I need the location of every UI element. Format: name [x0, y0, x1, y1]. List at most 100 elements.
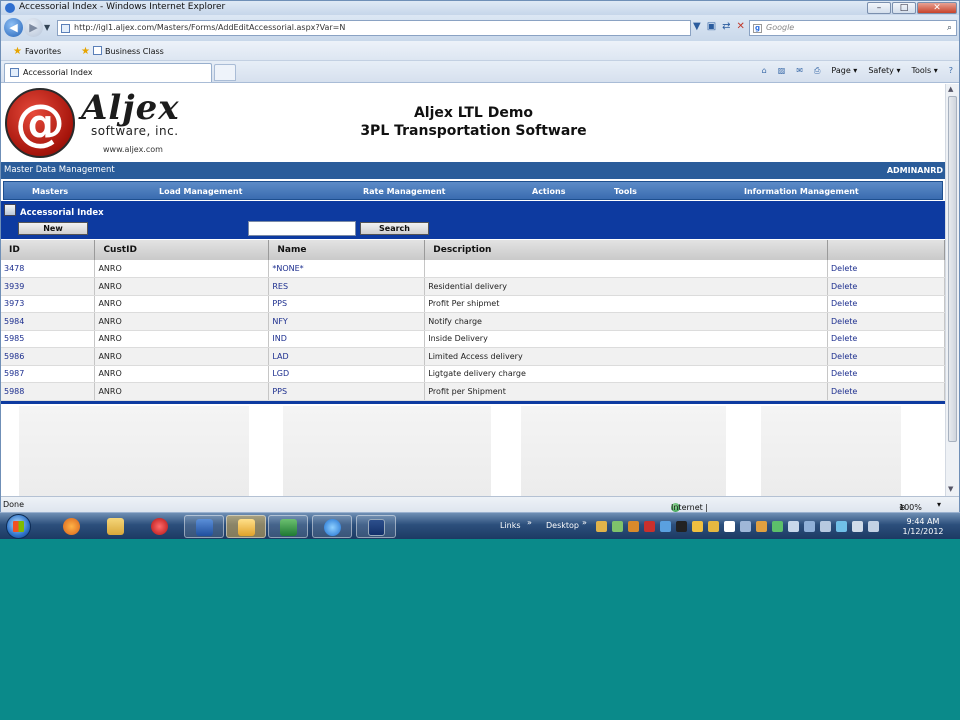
taskbar-explorer[interactable]	[96, 515, 136, 538]
delete-link[interactable]: Delete	[827, 260, 945, 278]
favorite-link-business-class[interactable]: ★ Business Class	[81, 46, 164, 57]
tools-menu[interactable]: Tools ▾	[911, 66, 937, 76]
delete-link[interactable]: Delete	[827, 347, 945, 366]
column-header-description[interactable]: Description	[424, 240, 829, 260]
network-icon[interactable]	[852, 521, 863, 532]
delete-link[interactable]: Delete	[827, 312, 945, 331]
compatibility-view-icon[interactable]: ▣	[707, 21, 716, 32]
tab-accessorial-index[interactable]: Accessorial Index	[4, 63, 212, 82]
tray-icon[interactable]	[596, 521, 607, 532]
column-header-custid[interactable]: CustID	[94, 240, 270, 260]
taskbar-excel[interactable]	[268, 515, 308, 538]
menu-information-management[interactable]: Information Management	[744, 187, 859, 196]
zoom-dropdown-icon[interactable]: ▾	[937, 500, 941, 509]
tray-icon[interactable]	[724, 521, 735, 532]
taskbar-media-player[interactable]	[52, 515, 92, 538]
home-icon[interactable]: ⌂	[762, 66, 767, 76]
forward-button[interactable]: ▶	[24, 18, 43, 37]
safety-menu[interactable]: Safety ▾	[868, 66, 900, 76]
tray-icon[interactable]	[788, 521, 799, 532]
table-row[interactable]: 5985 ANRO IND Inside Delivery Delete	[1, 330, 945, 348]
scroll-thumb[interactable]	[948, 96, 957, 442]
cell-name[interactable]: LGD	[268, 365, 426, 383]
menu-rate-management[interactable]: Rate Management	[363, 187, 445, 196]
new-button[interactable]: New	[18, 222, 88, 235]
links-chevron-icon[interactable]: »	[527, 518, 532, 527]
search-icon[interactable]: ⌕	[947, 21, 952, 35]
help-icon[interactable]: ?	[949, 66, 953, 76]
tray-icon[interactable]	[612, 521, 623, 532]
table-row[interactable]: 5984 ANRO NFY Notify charge Delete	[1, 312, 945, 331]
stop-icon[interactable]: ✕	[737, 21, 745, 32]
tray-icon[interactable]	[820, 521, 831, 532]
tray-icon[interactable]	[676, 521, 687, 532]
taskbar-pushpin[interactable]	[140, 515, 180, 538]
taskbar-word[interactable]	[184, 515, 224, 538]
history-dropdown-icon[interactable]: ▼	[44, 23, 50, 32]
scroll-down-icon[interactable]: ▼	[948, 485, 953, 493]
feeds-icon[interactable]: ▨	[778, 66, 786, 76]
menu-masters[interactable]: Masters	[32, 187, 68, 196]
column-header-name[interactable]: Name	[268, 240, 426, 260]
menu-load-management[interactable]: Load Management	[159, 187, 242, 196]
delete-link[interactable]: Delete	[827, 365, 945, 383]
volume-icon[interactable]	[868, 521, 879, 532]
tray-icon[interactable]	[628, 521, 639, 532]
tray-icon[interactable]	[740, 521, 751, 532]
taskbar-outlook[interactable]	[226, 515, 266, 538]
cell-id[interactable]: 3939	[1, 277, 96, 296]
maximize-button[interactable]: □	[892, 2, 916, 14]
scroll-up-icon[interactable]: ▲	[948, 85, 953, 93]
back-button[interactable]: ◀	[4, 18, 23, 37]
links-toolbar[interactable]: Links	[500, 521, 521, 530]
table-row[interactable]: 3478 ANRO *NONE* Delete	[1, 260, 945, 278]
table-row[interactable]: 5988 ANRO PPS Profit per Shipment Delete	[1, 382, 945, 401]
table-row[interactable]: 3973 ANRO PPS Profit Per shipmet Delete	[1, 295, 945, 313]
tray-icon[interactable]	[772, 521, 783, 532]
tray-icon[interactable]	[836, 521, 847, 532]
cell-id[interactable]: 5985	[1, 330, 96, 348]
delete-link[interactable]: Delete	[827, 295, 945, 313]
address-dropdown-icon[interactable]: ▼	[693, 21, 701, 32]
cell-name[interactable]: RES	[268, 277, 426, 296]
desktop-chevron-icon[interactable]: »	[582, 518, 587, 527]
title-bar[interactable]: Accessorial Index - Windows Internet Exp…	[1, 1, 959, 15]
search-button[interactable]: Search	[360, 222, 429, 235]
desktop-toolbar[interactable]: Desktop	[546, 521, 579, 530]
search-input[interactable]: g Google ⌕	[749, 20, 957, 36]
tray-icon[interactable]	[804, 521, 815, 532]
taskbar-remote-desktop[interactable]	[356, 515, 396, 538]
cell-name[interactable]: IND	[268, 330, 426, 348]
cell-id[interactable]: 5987	[1, 365, 96, 383]
favorites-button[interactable]: ★ Favorites	[13, 46, 61, 57]
menu-actions[interactable]: Actions	[532, 187, 565, 196]
refresh-icon[interactable]: ⇄	[722, 21, 730, 32]
new-tab-button[interactable]	[214, 64, 236, 81]
mail-icon[interactable]: ✉	[796, 66, 803, 76]
tray-icon[interactable]	[692, 521, 703, 532]
cell-id[interactable]: 5984	[1, 312, 96, 331]
cell-id[interactable]: 5986	[1, 347, 96, 366]
tray-icon[interactable]	[756, 521, 767, 532]
column-header-id[interactable]: ID	[1, 240, 96, 260]
vertical-scrollbar[interactable]: ▲ ▼	[945, 84, 959, 496]
cell-name[interactable]: PPS	[268, 295, 426, 313]
tray-icon[interactable]	[644, 521, 655, 532]
address-bar[interactable]: http://igl1.aljex.com/Masters/Forms/AddE…	[57, 20, 691, 36]
delete-link[interactable]: Delete	[827, 277, 945, 296]
tray-icon[interactable]	[708, 521, 719, 532]
cell-name[interactable]: LAD	[268, 347, 426, 366]
start-button[interactable]	[6, 514, 31, 539]
delete-link[interactable]: Delete	[827, 382, 945, 401]
cell-name[interactable]: NFY	[268, 312, 426, 331]
taskbar-internet-explorer[interactable]	[312, 515, 352, 538]
cell-id[interactable]: 5988	[1, 382, 96, 401]
minimize-button[interactable]: –	[867, 2, 891, 14]
tray-icon[interactable]	[660, 521, 671, 532]
table-row[interactable]: 5986 ANRO LAD Limited Access delivery De…	[1, 347, 945, 366]
delete-link[interactable]: Delete	[827, 330, 945, 348]
cell-id[interactable]: 3478	[1, 260, 96, 278]
table-row[interactable]: 5987 ANRO LGD Ligtgate delivery charge D…	[1, 365, 945, 383]
menu-tools[interactable]: Tools	[614, 187, 637, 196]
page-menu[interactable]: Page ▾	[831, 66, 857, 76]
